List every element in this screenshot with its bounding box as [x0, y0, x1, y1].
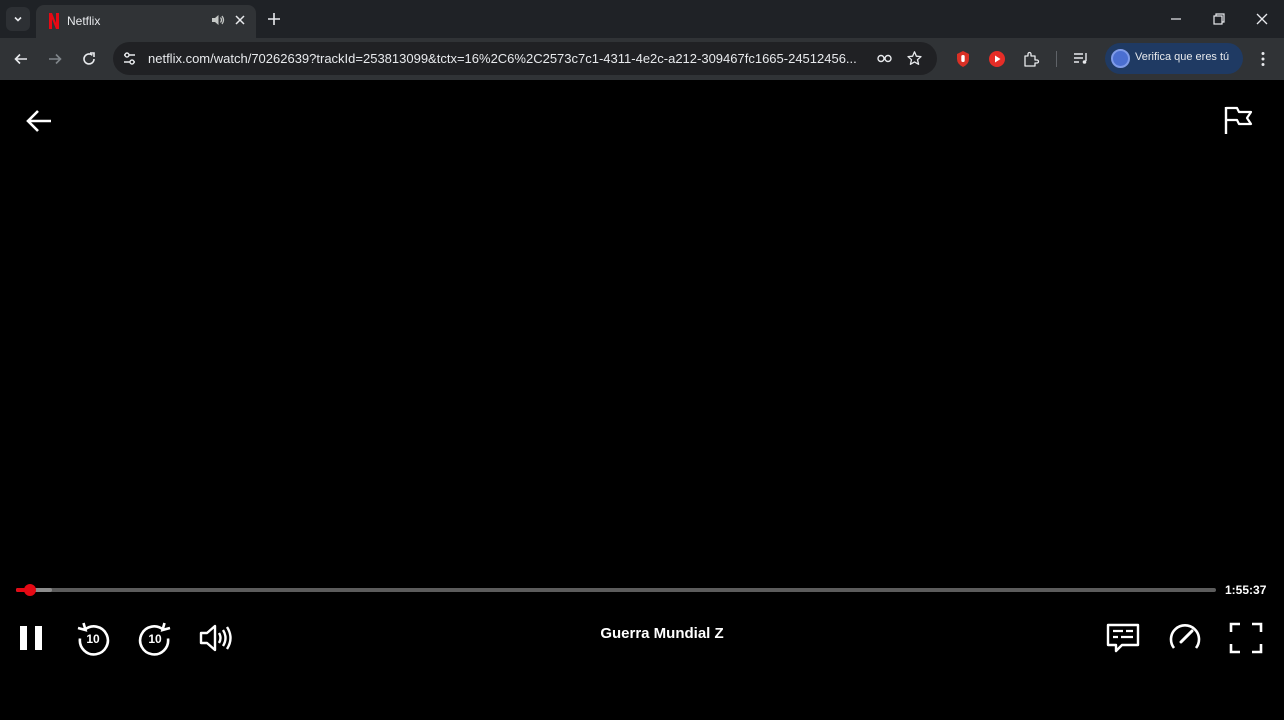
url-text[interactable]: netflix.com/watch/70262639?trackId=25381…	[148, 51, 864, 66]
extensions-puzzle-icon[interactable]	[1022, 50, 1040, 68]
video-player[interactable]: 1:55:37 10 10 Guerra Mundial Z	[0, 80, 1284, 720]
tab-search-button[interactable]	[6, 7, 30, 31]
browser-toolbar: netflix.com/watch/70262639?trackId=25381…	[0, 38, 1284, 80]
svg-text:10: 10	[148, 632, 162, 646]
password-key-icon[interactable]	[876, 50, 894, 67]
svg-text:10: 10	[86, 632, 100, 646]
extension-youtube-icon[interactable]	[988, 50, 1006, 68]
forward-10-icon[interactable]: 10	[137, 620, 173, 656]
toolbar-separator	[1056, 51, 1057, 67]
tab-close-icon[interactable]	[232, 12, 248, 28]
progress-scrubber[interactable]	[24, 584, 37, 596]
chevron-down-icon	[14, 16, 22, 22]
progress-bar[interactable]	[16, 584, 1216, 596]
reload-icon[interactable]	[80, 50, 98, 68]
video-title: Guerra Mundial Z	[600, 625, 724, 642]
subtitles-icon[interactable]	[1105, 620, 1141, 656]
tab-audio-playing-icon[interactable]	[210, 12, 226, 28]
report-flag-icon[interactable]	[1222, 104, 1254, 136]
browser-tab-netflix[interactable]: Netflix	[36, 5, 256, 38]
extension-red-hand-icon[interactable]	[954, 50, 972, 68]
close-window-icon[interactable]	[1253, 10, 1271, 28]
browser-menu-icon[interactable]	[1254, 50, 1272, 68]
forward-nav-icon[interactable]	[46, 50, 64, 68]
rewind-10-icon[interactable]: 10	[75, 620, 111, 656]
profile-avatar	[1111, 49, 1130, 68]
restore-window-icon[interactable]	[1210, 10, 1228, 28]
bookmark-star-icon[interactable]	[906, 50, 923, 67]
browser-tab-bar: Netflix	[0, 0, 1284, 38]
netflix-favicon-icon	[49, 13, 59, 29]
new-tab-plus-icon[interactable]	[265, 10, 283, 28]
playback-speed-icon[interactable]	[1167, 620, 1203, 656]
time-remaining: 1:55:37	[1225, 583, 1267, 597]
tab-title: Netflix	[67, 14, 101, 28]
minimize-window-icon[interactable]	[1167, 10, 1185, 28]
address-bar[interactable]: netflix.com/watch/70262639?trackId=25381…	[113, 42, 937, 75]
back-arrow-icon[interactable]	[24, 106, 54, 136]
fullscreen-icon[interactable]	[1228, 620, 1264, 656]
media-controls-icon[interactable]	[1072, 50, 1090, 68]
back-nav-icon[interactable]	[12, 50, 30, 68]
pause-icon[interactable]	[13, 620, 49, 656]
profile-label: Verifica que eres tú	[1135, 51, 1230, 63]
site-info-icon[interactable]	[121, 50, 138, 67]
profile-verify-button[interactable]: Verifica que eres tú	[1105, 43, 1243, 74]
volume-icon[interactable]	[198, 620, 234, 656]
